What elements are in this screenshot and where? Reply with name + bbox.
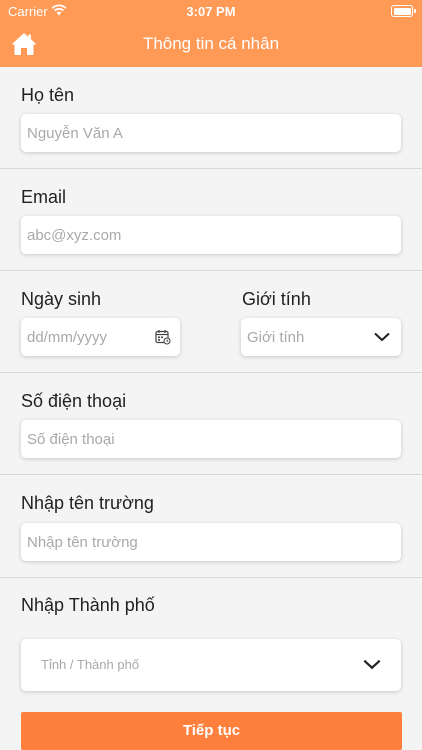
- phone-input[interactable]: [21, 420, 401, 458]
- email-label: Email: [21, 187, 67, 207]
- section-birth-gender: Ngày sinh Giới tính Giới tính: [0, 271, 422, 373]
- birth-date-field[interactable]: [21, 318, 180, 356]
- city-select[interactable]: Tỉnh / Thành phố: [21, 639, 401, 691]
- email-field[interactable]: [21, 216, 401, 254]
- phone-label: Số điện thoại: [21, 391, 127, 411]
- status-bar: Carrier 3:07 PM: [0, 0, 422, 24]
- clock-time: 3:07 PM: [186, 4, 236, 19]
- school-input[interactable]: [21, 523, 401, 561]
- school-label: Nhập tên trường: [21, 493, 154, 513]
- section-school: Nhập tên trường: [0, 475, 422, 578]
- email-input[interactable]: [21, 216, 401, 254]
- gender-select-value: Giới tính: [247, 329, 305, 346]
- calendar-icon[interactable]: [155, 329, 171, 345]
- city-select-value: Tỉnh / Thành phố: [41, 657, 140, 672]
- birth-date-label: Ngày sinh: [21, 289, 102, 309]
- section-email: Email: [0, 169, 422, 271]
- page-title: Thông tin cá nhân: [142, 34, 280, 53]
- chevron-down-icon: [374, 332, 390, 342]
- gender-label: Giới tính: [242, 289, 311, 309]
- battery-icon: [391, 5, 416, 17]
- continue-button[interactable]: Tiếp tục: [21, 712, 402, 750]
- full-name-label: Họ tên: [21, 85, 75, 105]
- section-phone: Số điện thoại: [0, 373, 422, 475]
- city-label: Nhập Thành phố: [21, 595, 155, 615]
- full-name-field[interactable]: [21, 114, 401, 152]
- school-field[interactable]: [21, 523, 401, 561]
- full-name-input[interactable]: [21, 114, 401, 152]
- phone-field[interactable]: [21, 420, 401, 458]
- gender-select[interactable]: Giới tính: [241, 318, 401, 356]
- chevron-down-icon: [363, 659, 381, 670]
- section-full-name: Họ tên: [0, 67, 422, 169]
- header-bar: Carrier 3:07 PM Thông tin cá nhân: [0, 0, 422, 67]
